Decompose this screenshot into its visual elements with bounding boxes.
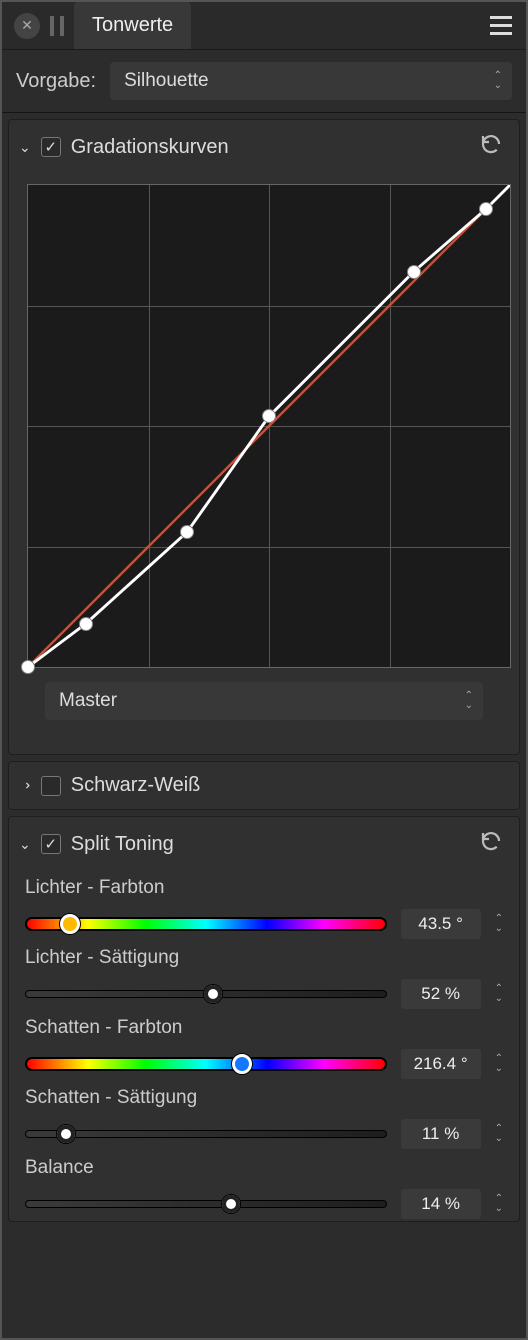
curve-point[interactable] — [21, 660, 35, 674]
curve-point[interactable] — [262, 409, 276, 423]
curve-point[interactable] — [180, 525, 194, 539]
preset-value: Silhouette — [124, 70, 209, 92]
slider-sh_hue: Schatten - Farbton 216.4 ° ⌃⌄ — [9, 1011, 519, 1081]
pause-icon[interactable] — [50, 16, 64, 36]
slider-value[interactable]: 43.5 ° — [401, 909, 481, 939]
close-button[interactable]: ✕ — [14, 13, 40, 39]
panel-bw: ⌄ Schwarz-Weiß — [8, 761, 520, 810]
slider-balance: Balance 14 % ⌃⌄ — [9, 1151, 519, 1221]
curve-point[interactable] — [79, 617, 93, 631]
slider-value[interactable]: 216.4 ° — [401, 1049, 481, 1079]
preset-select[interactable]: Silhouette ⌃⌄ — [110, 62, 512, 100]
stepper-icon[interactable]: ⌃⌄ — [495, 1195, 503, 1213]
slider-track[interactable] — [25, 990, 387, 998]
title-bar: ✕ Tonwerte — [2, 2, 526, 50]
channel-value: Master — [59, 690, 117, 712]
chevron-down-icon: ⌄ — [19, 836, 31, 853]
checkbox-curves[interactable] — [41, 137, 61, 157]
stepper-icon: ⌃⌄ — [494, 72, 502, 90]
slider-thumb[interactable] — [60, 914, 80, 934]
menu-button[interactable] — [490, 16, 512, 35]
panel-curves: ⌄ Gradationskurven Master ⌃⌄ — [8, 119, 520, 755]
slider-label: Lichter - Sättigung — [25, 947, 503, 969]
preset-label: Vorgabe: — [16, 70, 96, 93]
slider-thumb[interactable] — [222, 1195, 240, 1213]
channel-select[interactable]: Master ⌃⌄ — [45, 682, 483, 720]
stepper-icon[interactable]: ⌃⌄ — [495, 1125, 503, 1143]
slider-thumb[interactable] — [57, 1125, 75, 1143]
reset-icon[interactable] — [479, 132, 503, 162]
slider-label: Schatten - Sättigung — [25, 1087, 503, 1109]
slider-label: Balance — [25, 1157, 503, 1179]
curve-point[interactable] — [479, 202, 493, 216]
slider-track[interactable] — [25, 917, 387, 931]
slider-hi_sat: Lichter - Sättigung 52 % ⌃⌄ — [9, 941, 519, 1011]
panel-title: Schwarz-Weiß — [71, 774, 201, 797]
slider-value[interactable]: 11 % — [401, 1119, 481, 1149]
checkbox-split[interactable] — [41, 834, 61, 854]
panel-header-split[interactable]: ⌄ Split Toning — [9, 817, 519, 871]
stepper-icon[interactable]: ⌃⌄ — [495, 1055, 503, 1073]
slider-sh_sat: Schatten - Sättigung 11 % ⌃⌄ — [9, 1081, 519, 1151]
reset-icon[interactable] — [479, 829, 503, 859]
panel-split-toning: ⌄ Split Toning Lichter - Farbton 43.5 ° ⌃⌄… — [8, 816, 520, 1222]
slider-track[interactable] — [25, 1130, 387, 1138]
curve-editor[interactable] — [27, 184, 511, 668]
panel-header-bw[interactable]: ⌄ Schwarz-Weiß — [9, 762, 519, 809]
chevron-right-icon: ⌄ — [16, 780, 33, 792]
panel-title: Gradationskurven — [71, 136, 229, 159]
slider-thumb[interactable] — [232, 1054, 252, 1074]
preset-row: Vorgabe: Silhouette ⌃⌄ — [2, 50, 526, 113]
stepper-icon: ⌃⌄ — [465, 692, 473, 710]
slider-hi_hue: Lichter - Farbton 43.5 ° ⌃⌄ — [9, 871, 519, 941]
tab-tonwerte[interactable]: Tonwerte — [74, 2, 191, 49]
checkbox-bw[interactable] — [41, 776, 61, 796]
panel-header-curves[interactable]: ⌄ Gradationskurven — [9, 120, 519, 174]
slider-track[interactable] — [25, 1200, 387, 1208]
stepper-icon[interactable]: ⌃⌄ — [495, 915, 503, 933]
panel-title: Split Toning — [71, 833, 174, 856]
slider-label: Lichter - Farbton — [25, 877, 503, 899]
slider-label: Schatten - Farbton — [25, 1017, 503, 1039]
stepper-icon[interactable]: ⌃⌄ — [495, 985, 503, 1003]
curve-point[interactable] — [407, 265, 421, 279]
slider-thumb[interactable] — [204, 985, 222, 1003]
slider-value[interactable]: 52 % — [401, 979, 481, 1009]
slider-track[interactable] — [25, 1057, 387, 1071]
chevron-down-icon: ⌄ — [19, 139, 31, 156]
slider-value[interactable]: 14 % — [401, 1189, 481, 1219]
